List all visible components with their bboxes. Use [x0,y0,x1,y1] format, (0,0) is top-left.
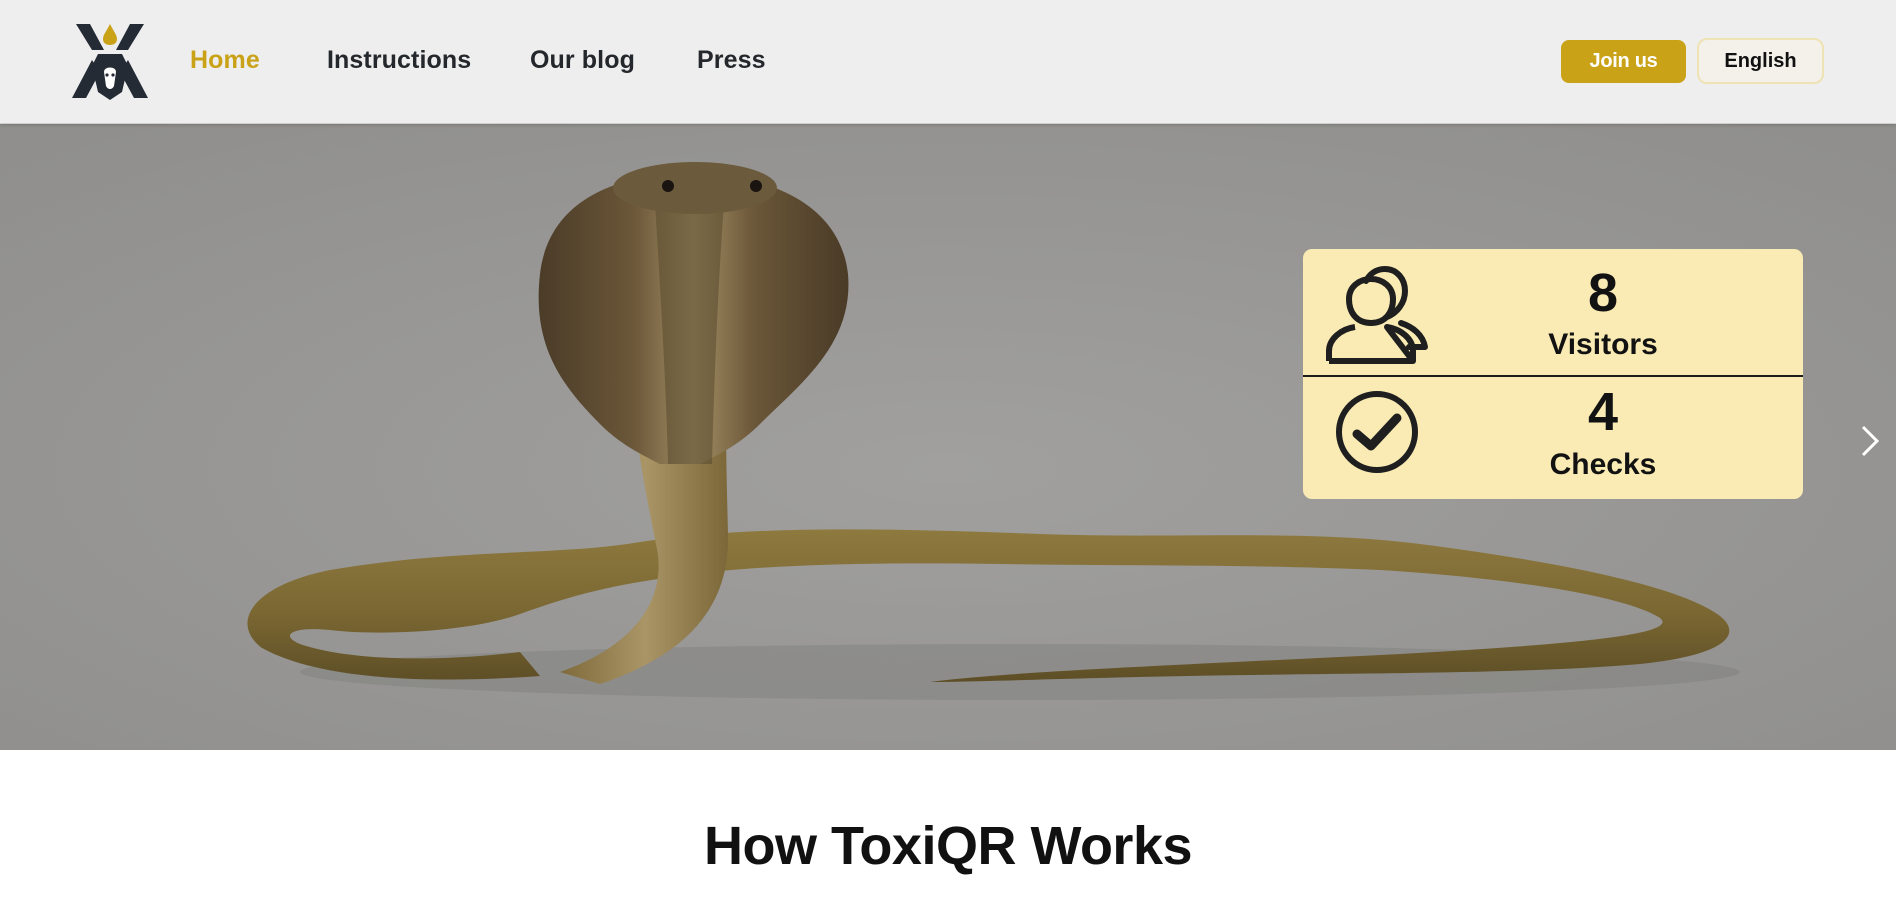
visitors-label: Visitors [1548,328,1658,361]
nav-our-blog-link[interactable]: Our blog [530,46,635,75]
check-circle-icon [1336,391,1418,473]
stats-card: 8 Visitors 4 Checks [1303,249,1803,499]
nav-instructions-link[interactable]: Instructions [327,46,471,75]
toxiqr-logo-icon[interactable] [70,20,150,102]
carousel-next-arrow-icon[interactable] [1857,421,1883,461]
nav-press-link[interactable]: Press [697,46,766,75]
checks-label: Checks [1549,448,1657,481]
visitors-count: 8 [1587,263,1619,323]
language-select-button[interactable]: English [1697,38,1824,84]
stats-divider [1303,375,1803,377]
how-it-works-heading: How ToxiQR Works [703,816,1193,876]
nav-home-link[interactable]: Home [190,46,260,75]
checks-count: 4 [1587,382,1619,442]
users-icon [1326,265,1428,364]
join-us-button[interactable]: Join us [1561,40,1686,83]
site-header: Home Instructions Our blog Press Join us… [0,0,1896,124]
